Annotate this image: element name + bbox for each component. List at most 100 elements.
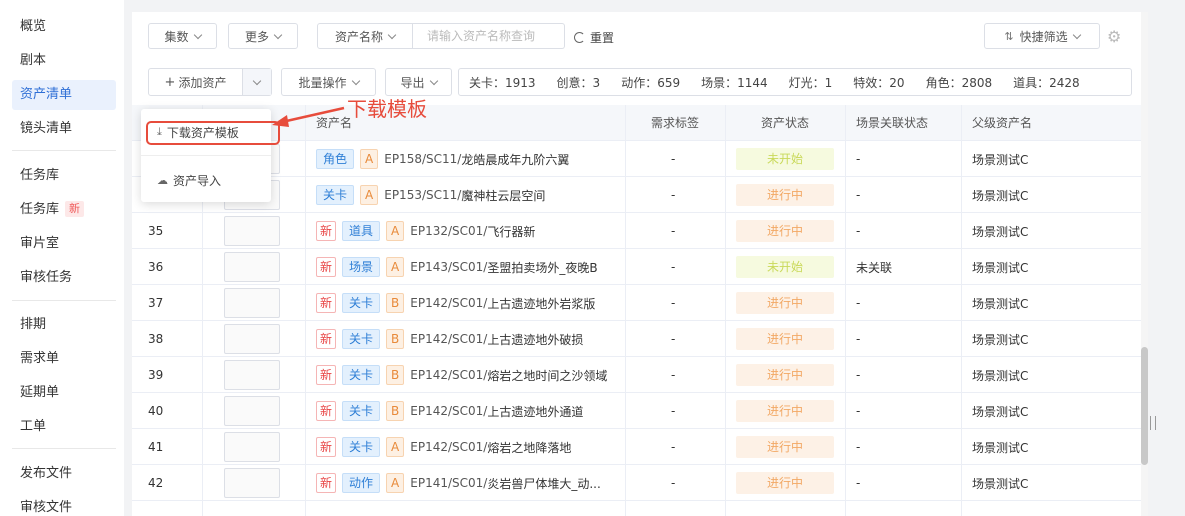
add-asset-label-area[interactable]: + 添加资产 [149, 69, 243, 95]
asset-thumbnail[interactable] [224, 468, 280, 498]
table-row[interactable]: 36 新场景 A EP143/SC01/圣盟拍卖场外_夜晚B - 未开始 未关联 场景测试C [132, 249, 1142, 285]
asset-code: EP142/SC01/ [410, 404, 488, 418]
sidebar-item-review-room[interactable]: 审片室 [12, 229, 116, 259]
sidebar-item-overview[interactable]: 概览 [12, 12, 116, 42]
status-cell: 进行中 [736, 321, 840, 357]
col-parent-asset[interactable]: 父级资产名 [972, 105, 1032, 141]
batch-operation-button[interactable]: 批量操作 [281, 68, 376, 96]
asset-import-label: 资产导入 [173, 173, 222, 188]
table-row[interactable]: 42 新动作 A EP141/SC01/炎岩兽尸体堆大_动... - 进行中 - 场景测试C [132, 465, 1142, 501]
table-row[interactable]: 41 新关卡 A EP142/SC01/熔岩之地降落地 - 进行中 - 场景测试C [132, 429, 1142, 465]
table-row[interactable]: 40 新关卡 B EP142/SC01/上古遗迹地外通道 - 进行中 - 场景测试C [132, 393, 1142, 429]
asset-type-tag: 角色 [316, 149, 355, 169]
sidebar-item-review-task[interactable]: 审核任务 [12, 263, 116, 293]
demand-tag-cell: - [671, 404, 676, 418]
asset-thumbnail[interactable] [224, 360, 280, 390]
sidebar-item-shot-list[interactable]: 镜头清单 [12, 114, 116, 144]
sort-icon: ⇅ [1004, 29, 1014, 43]
scene-link-cell: - [856, 404, 861, 418]
thumbnail-cell [224, 393, 294, 429]
status-cell: 进行中 [736, 177, 840, 213]
asset-level-tag: A [386, 437, 405, 457]
asset-title[interactable]: 飞行器新 [487, 223, 535, 240]
sidebar-item-work-order[interactable]: 工单 [12, 412, 116, 442]
export-button[interactable]: 导出 [385, 68, 452, 96]
sidebar-item-delay[interactable]: 延期单 [12, 378, 116, 408]
thumbnail-cell [224, 213, 294, 249]
table-row[interactable]: 38 新关卡 B EP142/SC01/上古遗迹地外破损 - 进行中 - 场景测试C [132, 321, 1142, 357]
sidebar-item-publish-files[interactable]: 发布文件 [12, 459, 116, 489]
asset-thumbnail[interactable] [224, 216, 280, 246]
demand-tag-cell: - [671, 224, 676, 238]
episode-select[interactable]: 集数 [148, 23, 217, 49]
asset-title[interactable]: 熔岩之地时间之沙领域 [487, 367, 607, 384]
asset-thumbnail[interactable] [224, 252, 280, 282]
thumbnail-cell [224, 285, 294, 321]
asset-type-tag: 道具 [342, 221, 381, 241]
asset-title[interactable]: 炎岩兽尸体堆大_动... [487, 475, 600, 492]
thumbnail-cell [224, 429, 294, 465]
status-cell: 进行中 [736, 465, 840, 501]
table-row[interactable]: 35 新道具 A EP132/SC01/飞行器新 - 进行中 - 场景测试C [132, 213, 1142, 249]
asset-name-cell: 新关卡 A EP142/SC01/熔岩之地降落地 [316, 429, 622, 465]
demand-tag-cell: - [671, 440, 676, 454]
reset-button[interactable]: 重置 [574, 24, 614, 50]
asset-import-item[interactable]: ☁ 资产导入 [141, 165, 271, 195]
demand-tag-cell: - [671, 368, 676, 382]
asset-title[interactable]: 上古遗迹地外岩浆版 [487, 295, 595, 312]
scene-link-cell: - [856, 224, 861, 238]
asset-thumbnail[interactable] [224, 324, 280, 354]
col-asset-status[interactable]: 资产状态 [761, 105, 809, 141]
status-badge: 进行中 [736, 472, 834, 494]
new-badge: 新 [65, 201, 85, 217]
resize-handle[interactable] [1150, 416, 1156, 430]
status-cell: 进行中 [736, 213, 840, 249]
sidebar-item-asset-list[interactable]: 资产清单 [12, 80, 116, 110]
scrollbar-thumb[interactable] [1141, 347, 1148, 465]
status-cell: 进行中 [736, 357, 840, 393]
asset-title[interactable]: 熔岩之地降落地 [487, 439, 571, 456]
annotation-arrow-icon [272, 106, 345, 127]
quick-filter-button[interactable]: ⇅ 快捷筛选 [984, 23, 1100, 49]
new-tag: 新 [316, 257, 337, 277]
add-asset-dropdown-toggle[interactable] [243, 69, 271, 95]
table-row[interactable]: 关卡 A EP153/SC11/魔神柱云层空间 - 进行中 - 场景测试C [132, 177, 1142, 213]
asset-title[interactable]: 圣盟拍卖场外_夜晚B [487, 259, 597, 276]
asset-level-tag: A [360, 185, 379, 205]
sidebar-item-review-files[interactable]: 审核文件 [12, 493, 116, 516]
main-panel: 集数 更多 资产名称 请输入资产名称查询 重置 ⇅ 快捷筛选 ⚙ + 添加资产 批量… [132, 12, 1148, 516]
scene-link-cell: - [856, 188, 861, 202]
asset-name-select[interactable]: 资产名称 [317, 23, 413, 49]
sidebar-item-schedule[interactable]: 排期 [12, 310, 116, 340]
table-row[interactable]: 37 新关卡 B EP142/SC01/上古遗迹地外岩浆版 - 进行中 - 场景测试C [132, 285, 1142, 321]
stat-vfx: 特效：20 [853, 75, 905, 90]
scene-link-cell: - [856, 368, 861, 382]
asset-title[interactable]: 魔神柱云层空间 [461, 187, 545, 204]
sidebar-item-script[interactable]: 剧本 [12, 46, 116, 76]
sidebar-item-task-library[interactable]: 任务库 [12, 161, 116, 191]
asset-name-cell: 新关卡 B EP142/SC01/上古遗迹地外岩浆版 [316, 285, 622, 321]
add-asset-button[interactable]: + 添加资产 [148, 68, 272, 96]
parent-asset-cell: 场景测试C [972, 296, 1029, 311]
asset-name-search-input[interactable]: 请输入资产名称查询 [413, 23, 565, 49]
status-cell: 进行中 [736, 285, 840, 321]
col-demand-tag[interactable]: 需求标签 [651, 105, 699, 141]
col-scene-link-status[interactable]: 场景关联状态 [856, 105, 928, 141]
asset-level-tag: A [386, 257, 405, 277]
sidebar-item-demand[interactable]: 需求单 [12, 344, 116, 374]
new-tag: 新 [316, 293, 337, 313]
plus-icon: + [164, 74, 176, 90]
asset-thumbnail[interactable] [224, 432, 280, 462]
gear-icon[interactable]: ⚙ [1107, 29, 1123, 45]
asset-title[interactable]: 龙皓晨成年九阶六翼 [461, 151, 569, 168]
table-row[interactable]: 角色 A EP158/SC11/龙皓晨成年九阶六翼 - 未开始 - 场景测试C [132, 141, 1142, 177]
asset-thumbnail[interactable] [224, 396, 280, 426]
stat-action: 动作：659 [621, 75, 681, 90]
table-row[interactable]: 39 新关卡 B EP142/SC01/熔岩之地时间之沙领域 - 进行中 - 场景测试C [132, 357, 1142, 393]
status-badge: 未开始 [736, 148, 834, 170]
asset-title[interactable]: 上古遗迹地外通道 [487, 403, 583, 420]
more-select[interactable]: 更多 [228, 23, 298, 49]
sidebar-item-task-library-new[interactable]: 任务库新 [12, 195, 116, 225]
asset-thumbnail[interactable] [224, 288, 280, 318]
asset-title[interactable]: 上古遗迹地外破损 [487, 331, 583, 348]
